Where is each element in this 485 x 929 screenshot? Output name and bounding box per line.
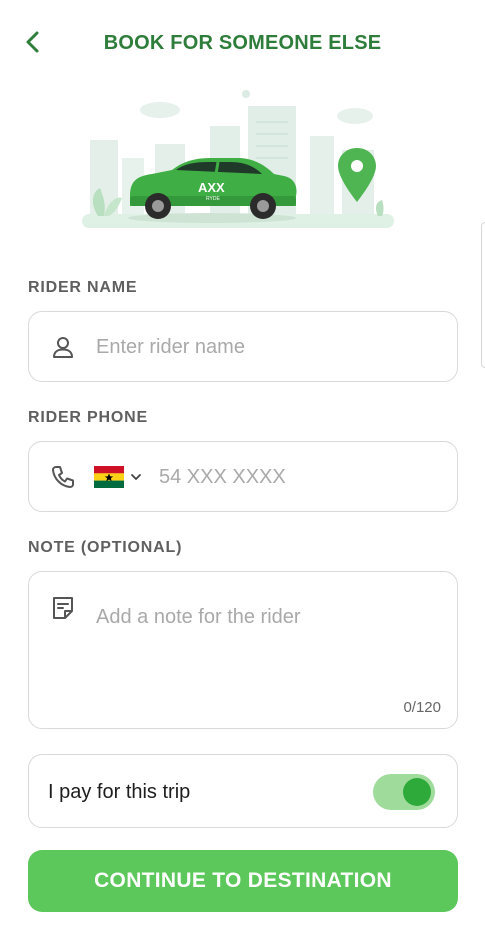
rider-phone-label: RIDER PHONE: [28, 409, 148, 426]
note-char-counter: 0/120: [403, 699, 441, 716]
header: BOOK FOR SOMEONE ELSE: [0, 22, 485, 66]
side-panel-edge[interactable]: [481, 222, 485, 368]
chevron-down-icon[interactable]: [129, 470, 143, 484]
continue-to-destination-button[interactable]: CONTINUE TO DESTINATION: [28, 850, 458, 912]
pay-for-trip-toggle[interactable]: [373, 774, 435, 810]
pay-for-trip-label: I pay for this trip: [48, 781, 191, 803]
toggle-knob: [403, 778, 431, 806]
rider-phone-field[interactable]: 54 XXX XXXX: [28, 441, 458, 512]
note-label: NOTE (OPTIONAL): [28, 539, 183, 556]
person-icon: [49, 334, 77, 362]
car-brand-text: AXX: [198, 180, 225, 195]
note-placeholder: Add a note for the rider: [96, 606, 301, 628]
hero-illustration: AXX RYDE: [60, 78, 430, 244]
note-icon: [49, 594, 77, 622]
note-field[interactable]: Add a note for the rider 0/120: [28, 571, 458, 729]
rider-phone-placeholder: 54 XXX XXXX: [159, 466, 286, 488]
car-brand-subtext: RYDE: [206, 196, 220, 202]
rider-name-label: RIDER NAME: [28, 279, 138, 296]
phone-icon: [49, 463, 77, 491]
page-title: BOOK FOR SOMEONE ELSE: [103, 32, 382, 54]
rider-name-field[interactable]: Enter rider name: [28, 311, 458, 382]
pay-for-trip-row: I pay for this trip: [28, 754, 458, 828]
ghana-flag-icon[interactable]: [94, 466, 124, 488]
rider-name-placeholder: Enter rider name: [96, 336, 245, 358]
